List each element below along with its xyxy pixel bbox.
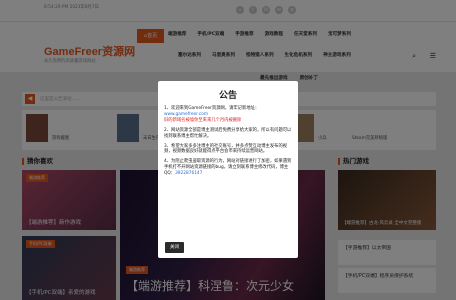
modal-title: 公告 (218, 91, 237, 101)
modal-body: 1、欢迎来到GameFreer资源网，请牢记新地址： www.gamefreer… (164, 106, 292, 181)
modal-close-button[interactable]: 关闭 (165, 242, 184, 253)
modal-qq-number[interactable]: 3922876147 (175, 171, 202, 176)
modal-line-2: 2、网站资源全部是博主测试后免费分享给大家的，所以有问题可以找到联系博主帮忙解决… (164, 127, 292, 139)
modal-site-link[interactable]: www.gamefreer.com (164, 112, 208, 117)
announcement-modal: 公告 1、欢迎来到GameFreer资源网，请牢记新地址： www.gamefr… (158, 81, 298, 258)
modal-line-1: 1、欢迎来到GameFreer资源网，请牢记新地址： (164, 106, 260, 111)
modal-warning: 旧的新域名被墙你至来来几个月内被删除 (164, 117, 242, 123)
modal-line-3: 3、希望大家多多注博主的社交账号，并多点赞互动博主发布的视频，视频数据良好就能得… (164, 143, 288, 155)
